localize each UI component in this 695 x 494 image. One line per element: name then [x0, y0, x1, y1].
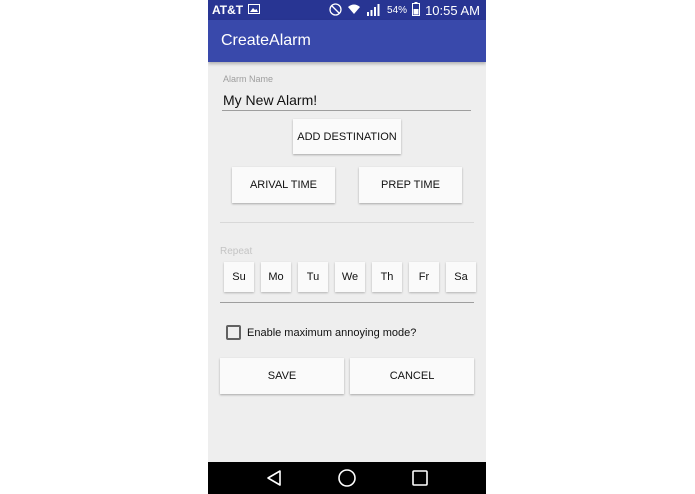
carrier-label: AT&T [212, 3, 244, 17]
wifi-icon [347, 3, 361, 18]
status-left: AT&T [212, 3, 261, 17]
back-icon[interactable] [263, 468, 285, 488]
day-toggle-thursday[interactable]: Th [372, 262, 402, 292]
signal-icon [366, 3, 382, 19]
navigation-bar [208, 462, 486, 494]
day-toggle-saturday[interactable]: Sa [446, 262, 476, 292]
phone-screen: AT&T 54% 10:55 AM CreateAlarm Alarm Name [208, 0, 486, 494]
home-icon[interactable] [336, 468, 358, 488]
page-title: CreateAlarm [221, 32, 311, 49]
clock: 10:55 AM [425, 3, 480, 18]
repeat-label: Repeat [220, 246, 253, 257]
arrival-time-button[interactable]: ARIVAL TIME [232, 167, 335, 203]
day-toggle-tuesday[interactable]: Tu [298, 262, 328, 292]
cancel-button[interactable]: CANCEL [350, 358, 474, 394]
day-toggle-monday[interactable]: Mo [261, 262, 291, 292]
day-toggle-sunday[interactable]: Su [224, 262, 254, 292]
battery-icon [412, 2, 421, 19]
section-divider [220, 222, 474, 223]
mute-icon [329, 2, 342, 19]
add-destination-button[interactable]: ADD DESTINATION [293, 119, 401, 154]
app-bar: CreateAlarm [208, 20, 486, 62]
alarm-name-input[interactable] [222, 90, 471, 111]
battery-percent: 54% [387, 5, 408, 16]
annoying-mode-option[interactable]: Enable maximum annoying mode? [226, 325, 416, 340]
alarm-name-label: Alarm Name [223, 74, 274, 84]
recents-icon[interactable] [409, 468, 431, 488]
repeat-divider [220, 302, 474, 303]
annoying-mode-label: Enable maximum annoying mode? [247, 326, 417, 339]
annoying-mode-checkbox[interactable] [226, 325, 241, 340]
image-icon [248, 3, 261, 17]
save-button[interactable]: SAVE [220, 358, 344, 394]
status-right: 54% 10:55 AM [329, 2, 480, 19]
status-bar: AT&T 54% 10:55 AM [208, 0, 486, 20]
prep-time-button[interactable]: PREP TIME [359, 167, 462, 203]
day-toggle-wednesday[interactable]: We [335, 262, 365, 292]
day-toggle-friday[interactable]: Fr [409, 262, 439, 292]
